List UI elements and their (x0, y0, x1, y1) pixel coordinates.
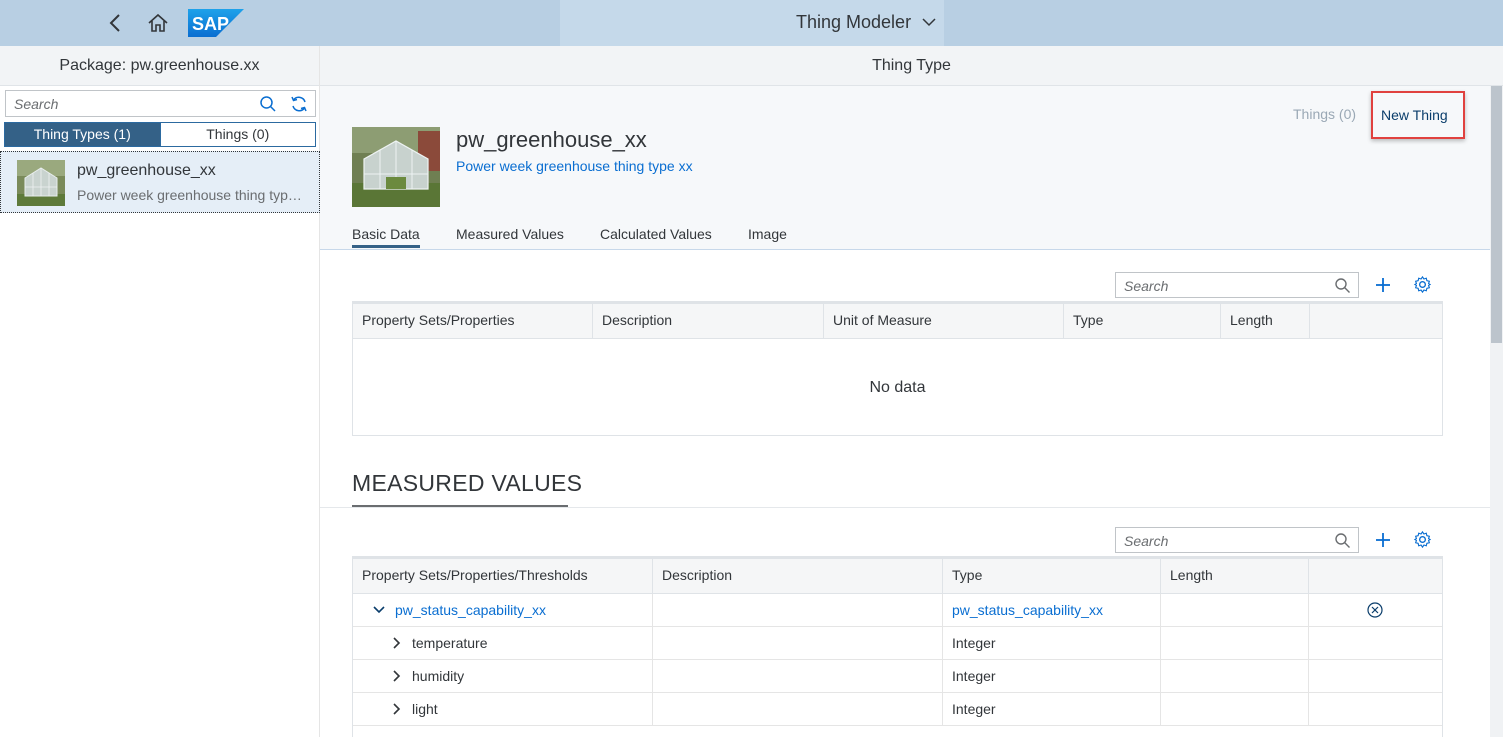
length-cell (1161, 693, 1309, 725)
sap-logo[interactable]: SAP (188, 9, 244, 37)
action-cell (1309, 627, 1442, 659)
description-cell (653, 594, 943, 626)
svg-text:SAP: SAP (192, 14, 229, 34)
action-cell (1309, 594, 1442, 626)
object-title: pw_greenhouse_xx (456, 127, 647, 152)
no-data-text: No data (869, 379, 926, 396)
shell-bar: SAP Thing Modeler (0, 0, 1503, 46)
chevron-right-icon[interactable] (391, 670, 403, 682)
property-name: temperature (412, 635, 488, 651)
chevron-down-icon (922, 18, 936, 27)
scrollbar-thumb[interactable] (1491, 86, 1502, 343)
length-cell (1161, 627, 1309, 659)
search-icon[interactable] (259, 95, 277, 113)
name-cell: light (353, 693, 653, 725)
type-cell: Integer (943, 627, 1161, 659)
column-header[interactable]: Property Sets/Properties/Thresholds (353, 559, 653, 594)
app-title: Thing Modeler (796, 12, 912, 32)
tab-measured-values[interactable]: Measured Values (456, 226, 564, 242)
delete-icon[interactable] (1367, 602, 1383, 618)
detail-header: Thing Type (320, 46, 1503, 86)
search-icon[interactable] (1334, 277, 1351, 294)
greenhouse-thumbnail (17, 160, 65, 206)
section-title-measured-values: MEASURED VALUES (352, 470, 583, 496)
column-header (1310, 304, 1442, 339)
master-pane: Package: pw.greenhouse.xx Search Thing T… (0, 46, 320, 737)
home-icon[interactable] (145, 10, 171, 36)
description-cell (653, 627, 943, 659)
property-name: light (412, 701, 438, 717)
type-cell: pw_status_capability_xx (943, 594, 1161, 626)
master-search-field[interactable]: Search (5, 90, 316, 117)
column-header[interactable]: Unit of Measure (824, 304, 1064, 339)
column-header[interactable]: Description (653, 559, 943, 594)
table-row[interactable]: temperature Integer (353, 627, 1442, 660)
length-cell (1161, 660, 1309, 692)
name-cell: pw_status_capability_xx (353, 594, 653, 626)
tab-thing-types[interactable]: Thing Types (1) (4, 122, 161, 147)
search-icon[interactable] (1334, 532, 1351, 549)
table-row[interactable]: light Integer (353, 693, 1442, 726)
back-icon[interactable] (103, 10, 129, 36)
description-cell (653, 693, 943, 725)
detail-pane: Thing Type Things (0) New Thing pw_green… (320, 46, 1503, 737)
add-icon[interactable] (1374, 531, 1392, 549)
tab-calculated-values[interactable]: Calculated Values (600, 226, 712, 242)
settings-icon[interactable] (1413, 530, 1432, 549)
object-header: Things (0) New Thing pw_greenhouse_xx Po… (320, 86, 1490, 250)
type-cell: Integer (943, 693, 1161, 725)
new-thing-label: New Thing (1381, 107, 1448, 123)
table-header: Property Sets/Properties Description Uni… (353, 302, 1442, 339)
section-divider (320, 507, 1490, 508)
measured-values-table: Property Sets/Properties/Thresholds Desc… (352, 556, 1443, 737)
table-row[interactable]: pw_status_capability_xx pw_status_capabi… (353, 594, 1442, 627)
column-header (1309, 559, 1442, 594)
tab-basic-data[interactable]: Basic Data (352, 226, 420, 248)
chevron-right-icon[interactable] (391, 637, 403, 649)
table-header: Property Sets/Properties/Thresholds Desc… (353, 557, 1442, 594)
column-header[interactable]: Type (943, 559, 1161, 594)
action-cell (1309, 660, 1442, 692)
property-name: humidity (412, 668, 465, 684)
name-cell: humidity (353, 660, 653, 692)
object-subtitle: Power week greenhouse thing type xx (456, 158, 693, 174)
master-header: Package: pw.greenhouse.xx (0, 46, 319, 86)
basic-data-table: Property Sets/Properties Description Uni… (352, 301, 1443, 436)
basic-data-search-field[interactable]: Search (1115, 272, 1359, 298)
greenhouse-image (352, 127, 440, 207)
length-cell (1161, 594, 1309, 626)
type-link[interactable]: pw_status_capability_xx (952, 602, 1103, 618)
table-row[interactable]: humidity Integer (353, 660, 1442, 693)
add-icon[interactable] (1374, 276, 1392, 294)
description-cell (653, 660, 943, 692)
column-header[interactable]: Type (1064, 304, 1221, 339)
column-header[interactable]: Description (593, 304, 824, 339)
property-set-link[interactable]: pw_status_capability_xx (395, 594, 546, 626)
type-cell: Integer (943, 660, 1161, 692)
refresh-icon[interactable] (289, 94, 309, 114)
chevron-right-icon[interactable] (391, 703, 403, 715)
measured-values-search-field[interactable]: Search (1115, 527, 1359, 553)
list-item[interactable]: pw_greenhouse_xx Power week greenhouse t… (0, 151, 320, 213)
vertical-scrollbar[interactable] (1490, 86, 1503, 737)
column-header[interactable]: Length (1221, 304, 1310, 339)
column-header[interactable]: Length (1161, 559, 1309, 594)
new-thing-button[interactable]: New Thing (1371, 91, 1465, 139)
list-item-description: Power week greenhouse thing type xx (77, 187, 309, 203)
things-link[interactable]: Things (0) (1293, 106, 1356, 122)
master-segmented-button: Thing Types (1) Things (0) (4, 122, 316, 147)
app-title-menu[interactable]: Thing Modeler (560, 0, 944, 46)
column-header[interactable]: Property Sets/Properties (353, 304, 593, 339)
list-item-title: pw_greenhouse_xx (77, 162, 216, 179)
chevron-down-icon[interactable] (373, 604, 385, 616)
search-placeholder: Search (14, 96, 59, 112)
tab-image[interactable]: Image (748, 226, 787, 242)
action-cell (1309, 693, 1442, 725)
tab-things[interactable]: Things (0) (160, 122, 316, 147)
search-placeholder: Search (1124, 533, 1169, 549)
search-placeholder: Search (1124, 278, 1169, 294)
settings-icon[interactable] (1413, 275, 1432, 294)
name-cell: temperature (353, 627, 653, 659)
